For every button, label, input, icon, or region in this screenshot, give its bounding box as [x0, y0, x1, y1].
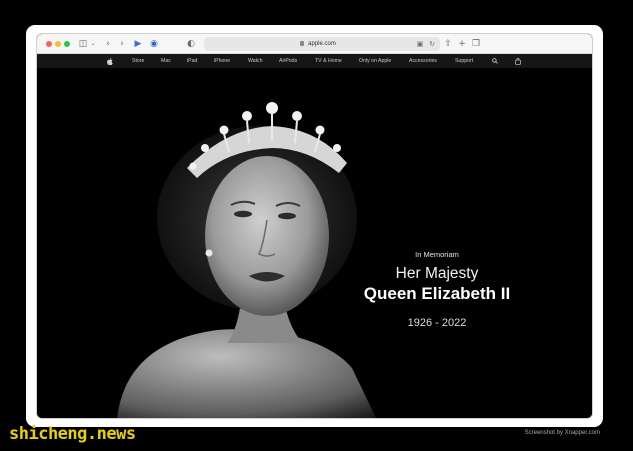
nav-item-iphone[interactable]: iPhone	[214, 54, 230, 68]
memoriam-hero: In Memoriam Her Majesty Queen Elizabeth …	[37, 68, 592, 418]
zoom-window-button[interactable]	[64, 41, 70, 47]
nav-item-tv-home[interactable]: TV & Home	[315, 54, 342, 68]
minimize-window-button[interactable]	[55, 41, 61, 47]
reload-icon[interactable]: ↻	[427, 37, 437, 51]
life-years: 1926 - 2022	[407, 317, 467, 329]
in-memoriam-label: In Memoriam	[415, 250, 459, 259]
queen-name-heading: Queen Elizabeth II	[363, 284, 511, 303]
apple-global-nav: Store Mac iPad iPhone Watch AirPods TV &…	[37, 54, 592, 68]
forward-icon[interactable]: ›	[117, 37, 127, 51]
url-text: apple.com	[308, 41, 336, 47]
browser-window: ◫ ⌄ ‹ › ▶ ◉ ◐ apple.com ▣ ↻ ⇧ + ❐ Store …	[36, 33, 593, 419]
shopping-bag-icon[interactable]	[515, 58, 521, 65]
new-tab-icon[interactable]: +	[457, 37, 467, 51]
sidebar-icon[interactable]: ◫	[77, 37, 89, 51]
screenshot-credit: Screenshot by Xnapper.com	[524, 430, 600, 436]
chevron-down-icon[interactable]: ⌄	[89, 37, 97, 51]
nav-item-ipad[interactable]: iPad	[187, 54, 197, 68]
nav-item-airpods[interactable]: AirPods	[279, 54, 297, 68]
close-window-button[interactable]	[46, 41, 52, 47]
nav-item-watch[interactable]: Watch	[248, 54, 263, 68]
back-icon[interactable]: ‹	[103, 37, 113, 51]
screenshot-frame: ◫ ⌄ ‹ › ▶ ◉ ◐ apple.com ▣ ↻ ⇧ + ❐ Store …	[26, 25, 603, 427]
search-icon[interactable]	[492, 58, 498, 64]
nav-item-mac[interactable]: Mac	[161, 54, 171, 68]
apple-logo-icon[interactable]	[107, 58, 113, 65]
nav-item-accessories[interactable]: Accessories	[409, 54, 437, 68]
browser-toolbar: ◫ ⌄ ‹ › ▶ ◉ ◐ apple.com ▣ ↻ ⇧ + ❐	[37, 34, 592, 54]
queen-portrait-image	[117, 102, 377, 418]
tab-overview-icon[interactable]: ❐	[471, 37, 481, 51]
translate-icon[interactable]: ▣	[415, 37, 425, 51]
nav-item-only-on-apple[interactable]: Only on Apple	[359, 54, 391, 68]
her-majesty-heading: Her Majesty	[395, 265, 479, 282]
translate-extension-icon[interactable]: ◉	[148, 37, 160, 51]
extension-icon[interactable]: ▶	[132, 37, 144, 51]
share-icon[interactable]: ⇧	[443, 37, 453, 51]
nav-item-store[interactable]: Store	[132, 54, 144, 68]
address-bar[interactable]: apple.com	[204, 37, 440, 51]
privacy-shield-icon[interactable]: ◐	[185, 37, 197, 51]
nav-item-support[interactable]: Support	[455, 54, 473, 68]
watermark-text: shicheng.news	[9, 424, 136, 444]
